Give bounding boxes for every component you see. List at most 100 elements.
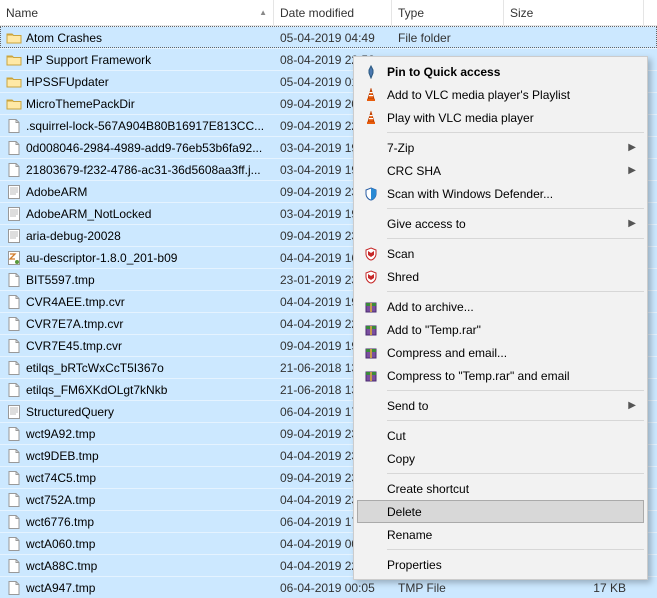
- column-header-row: Name▲ Date modified Type Size: [0, 0, 657, 26]
- menu-copy[interactable]: Copy: [357, 447, 644, 470]
- menu-separator: [387, 473, 644, 474]
- file-icon: [6, 316, 22, 332]
- winrar-icon: [362, 321, 380, 339]
- file-icon: [6, 448, 22, 464]
- menu-pin-to-quick-access[interactable]: Pin to Quick access: [357, 60, 644, 83]
- file-name-cell: .squirrel-lock-567A904B80B16917E813CC...: [0, 118, 274, 134]
- column-header-type[interactable]: Type: [392, 0, 504, 25]
- menu-label: Compress and email...: [387, 346, 507, 360]
- file-name-text: au-descriptor-1.8.0_201-b09: [26, 251, 177, 265]
- file-name-cell: wct6776.tmp: [0, 514, 274, 530]
- file-name-text: wctA947.tmp: [26, 581, 95, 595]
- menu-cut[interactable]: Cut: [357, 424, 644, 447]
- folder-icon: [6, 52, 22, 68]
- menu-separator: [387, 549, 644, 550]
- menu-separator: [387, 208, 644, 209]
- menu-crc-sha[interactable]: CRC SHA ▶: [357, 159, 644, 182]
- column-label: Type: [398, 6, 424, 20]
- file-name-text: CVR7E45.tmp.cvr: [26, 339, 122, 353]
- table-row[interactable]: Atom Crashes05-04-2019 04:49File folder: [0, 26, 657, 48]
- column-header-name[interactable]: Name▲: [0, 0, 274, 25]
- file-name-cell: au-descriptor-1.8.0_201-b09: [0, 250, 274, 266]
- defender-shield-icon: [362, 185, 380, 203]
- menu-add-to-temp-rar[interactable]: Add to "Temp.rar": [357, 318, 644, 341]
- file-icon: [6, 514, 22, 530]
- mcafee-shield-icon: [362, 245, 380, 263]
- menu-separator: [387, 390, 644, 391]
- menu-delete[interactable]: Delete: [357, 500, 644, 523]
- menu-label: Give access to: [387, 217, 466, 231]
- menu-add-to-archive[interactable]: Add to archive...: [357, 295, 644, 318]
- pin-icon: [362, 63, 380, 81]
- file-name-text: etilqs_bRTcWxCcT5I367o: [26, 361, 164, 375]
- chevron-right-icon: ▶: [628, 142, 636, 153]
- file-name-text: wct74C5.tmp: [26, 471, 96, 485]
- menu-properties[interactable]: Properties: [357, 553, 644, 576]
- file-icon: [6, 426, 22, 442]
- file-icon: [6, 360, 22, 376]
- file-name-text: CVR4AEE.tmp.cvr: [26, 295, 125, 309]
- file-type-cell: TMP File: [392, 581, 504, 595]
- file-name-text: HP Support Framework: [26, 53, 151, 67]
- menu-compress-and-email[interactable]: Compress and email...: [357, 341, 644, 364]
- file-name-text: aria-debug-20028: [26, 229, 121, 243]
- menu-mcafee-scan[interactable]: Scan: [357, 242, 644, 265]
- mcafee-shield-icon: [362, 268, 380, 286]
- file-size-cell: 17 KB: [504, 581, 644, 595]
- menu-separator: [387, 238, 644, 239]
- vlc-icon: [362, 86, 380, 104]
- file-icon: [6, 382, 22, 398]
- file-icon: [6, 162, 22, 178]
- file-icon: [6, 140, 22, 156]
- file-name-text: StructuredQuery: [26, 405, 114, 419]
- file-name-cell: MicroThemePackDir: [0, 96, 274, 112]
- menu-label: Scan with Windows Defender...: [387, 187, 553, 201]
- menu-mcafee-shred[interactable]: Shred: [357, 265, 644, 288]
- menu-separator: [387, 132, 644, 133]
- menu-label: Play with VLC media player: [387, 111, 534, 125]
- zip-icon: [6, 250, 22, 266]
- file-name-text: Atom Crashes: [26, 31, 102, 45]
- menu-give-access-to[interactable]: Give access to ▶: [357, 212, 644, 235]
- file-name-cell: 0d008046-2984-4989-add9-76eb53b6fa92...: [0, 140, 274, 156]
- chevron-right-icon: ▶: [628, 400, 636, 411]
- file-name-cell: wct9A92.tmp: [0, 426, 274, 442]
- menu-label: CRC SHA: [387, 164, 441, 178]
- column-header-size[interactable]: Size: [504, 0, 644, 25]
- file-name-cell: wct9DEB.tmp: [0, 448, 274, 464]
- menu-scan-defender[interactable]: Scan with Windows Defender...: [357, 182, 644, 205]
- menu-send-to[interactable]: Send to ▶: [357, 394, 644, 417]
- menu-separator: [387, 291, 644, 292]
- menu-label: Properties: [387, 558, 442, 572]
- menu-vlc-add-playlist[interactable]: Add to VLC media player's Playlist: [357, 83, 644, 106]
- file-name-cell: wct74C5.tmp: [0, 470, 274, 486]
- file-icon: [6, 470, 22, 486]
- menu-vlc-play[interactable]: Play with VLC media player: [357, 106, 644, 129]
- file-name-text: wctA88C.tmp: [26, 559, 97, 573]
- file-name-cell: aria-debug-20028: [0, 228, 274, 244]
- menu-label: Create shortcut: [387, 482, 469, 496]
- menu-rename[interactable]: Rename: [357, 523, 644, 546]
- context-menu: Pin to Quick access Add to VLC media pla…: [353, 56, 648, 580]
- menu-label: Copy: [387, 452, 415, 466]
- vlc-icon: [362, 109, 380, 127]
- folder-icon: [6, 96, 22, 112]
- text-icon: [6, 228, 22, 244]
- text-icon: [6, 206, 22, 222]
- menu-7zip[interactable]: 7-Zip ▶: [357, 136, 644, 159]
- file-name-cell: AdobeARM_NotLocked: [0, 206, 274, 222]
- menu-label: Rename: [387, 528, 432, 542]
- file-name-text: .squirrel-lock-567A904B80B16917E813CC...: [26, 119, 264, 133]
- column-header-date[interactable]: Date modified: [274, 0, 392, 25]
- chevron-right-icon: ▶: [628, 218, 636, 229]
- menu-compress-temp-and-email[interactable]: Compress to "Temp.rar" and email: [357, 364, 644, 387]
- menu-create-shortcut[interactable]: Create shortcut: [357, 477, 644, 500]
- column-label: Date modified: [280, 6, 354, 20]
- file-name-text: MicroThemePackDir: [26, 97, 135, 111]
- winrar-icon: [362, 344, 380, 362]
- column-label: Size: [510, 6, 533, 20]
- menu-label: Send to: [387, 399, 428, 413]
- menu-label: 7-Zip: [387, 141, 414, 155]
- file-name-cell: CVR7E7A.tmp.cvr: [0, 316, 274, 332]
- file-name-text: HPSSFUpdater: [26, 75, 109, 89]
